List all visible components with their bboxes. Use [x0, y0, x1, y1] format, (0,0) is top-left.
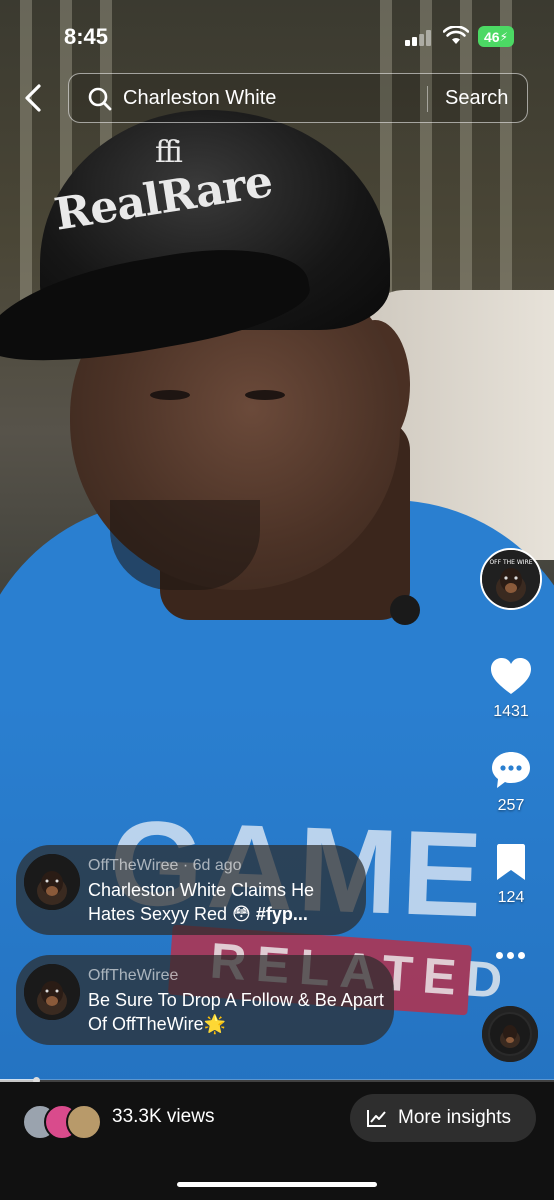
lapel-mic	[390, 595, 420, 625]
chart-icon	[367, 1110, 386, 1127]
save-count: 124	[497, 889, 525, 906]
comment-text: Charleston White Claims He Hates Sexyy R…	[88, 880, 315, 924]
eye	[245, 390, 285, 400]
bookmark-icon	[497, 844, 525, 880]
music-disc-icon	[490, 1014, 530, 1054]
commenter-avatar[interactable]	[24, 854, 80, 910]
cap-logo: ffi	[155, 135, 183, 170]
comment-count: 257	[497, 797, 525, 814]
viewer-avatars	[22, 1104, 112, 1140]
sound-disc[interactable]	[482, 1006, 538, 1062]
comment-author: OffTheWiree	[88, 967, 179, 984]
rottweiler-avatar-icon	[24, 964, 80, 1020]
search-icon	[88, 87, 112, 111]
comment-button[interactable]: 257	[480, 750, 542, 815]
comment-author: OffTheWiree · 6d ago	[88, 857, 242, 874]
more-insights-button[interactable]: More insights	[350, 1094, 536, 1142]
battery-icon: 46 ⚡	[478, 26, 514, 47]
like-count: 1431	[493, 703, 529, 720]
comment-bubble[interactable]: OffTheWiree Be Sure To Drop A Follow & B…	[16, 955, 394, 1045]
more-insights-label: More insights	[398, 1107, 511, 1128]
save-button[interactable]: 124	[480, 842, 542, 907]
commenter-avatar[interactable]	[24, 964, 80, 1020]
back-arrow-icon[interactable]	[18, 82, 48, 114]
more-options-icon[interactable]	[494, 948, 528, 962]
search-divider	[427, 86, 428, 112]
comment-bubble[interactable]: OffTheWiree · 6d ago Charleston White Cl…	[16, 845, 366, 935]
comment-icon	[492, 752, 530, 788]
svg-text:OFF THE WIRE: OFF THE WIRE	[489, 559, 532, 566]
status-time: 8:45	[64, 24, 109, 49]
home-indicator[interactable]	[177, 1182, 377, 1187]
view-count: 33.3K views	[112, 1106, 215, 1127]
search-button[interactable]: Search	[445, 87, 508, 110]
wifi-icon	[443, 26, 469, 44]
viewer-avatar	[66, 1104, 102, 1140]
cellular-signal-icon	[405, 30, 433, 46]
eye	[150, 390, 190, 400]
like-button[interactable]: 1431	[480, 656, 542, 721]
heart-icon	[491, 658, 531, 694]
search-bar[interactable]: Charleston White Search	[68, 73, 528, 123]
battery-level: 46	[483, 28, 500, 45]
hashtag[interactable]: #fyp...	[256, 904, 308, 924]
beard	[110, 500, 260, 590]
search-input[interactable]: Charleston White	[123, 87, 276, 110]
creator-avatar[interactable]: OFF THE WIRE	[480, 548, 542, 610]
comment-text: Be Sure To Drop A Follow & Be Apart Of O…	[88, 990, 384, 1034]
rottweiler-avatar-icon	[24, 854, 80, 910]
rottweiler-avatar-icon: OFF THE WIRE	[482, 550, 540, 608]
status-bar: 8:45 46 ⚡	[0, 0, 554, 70]
